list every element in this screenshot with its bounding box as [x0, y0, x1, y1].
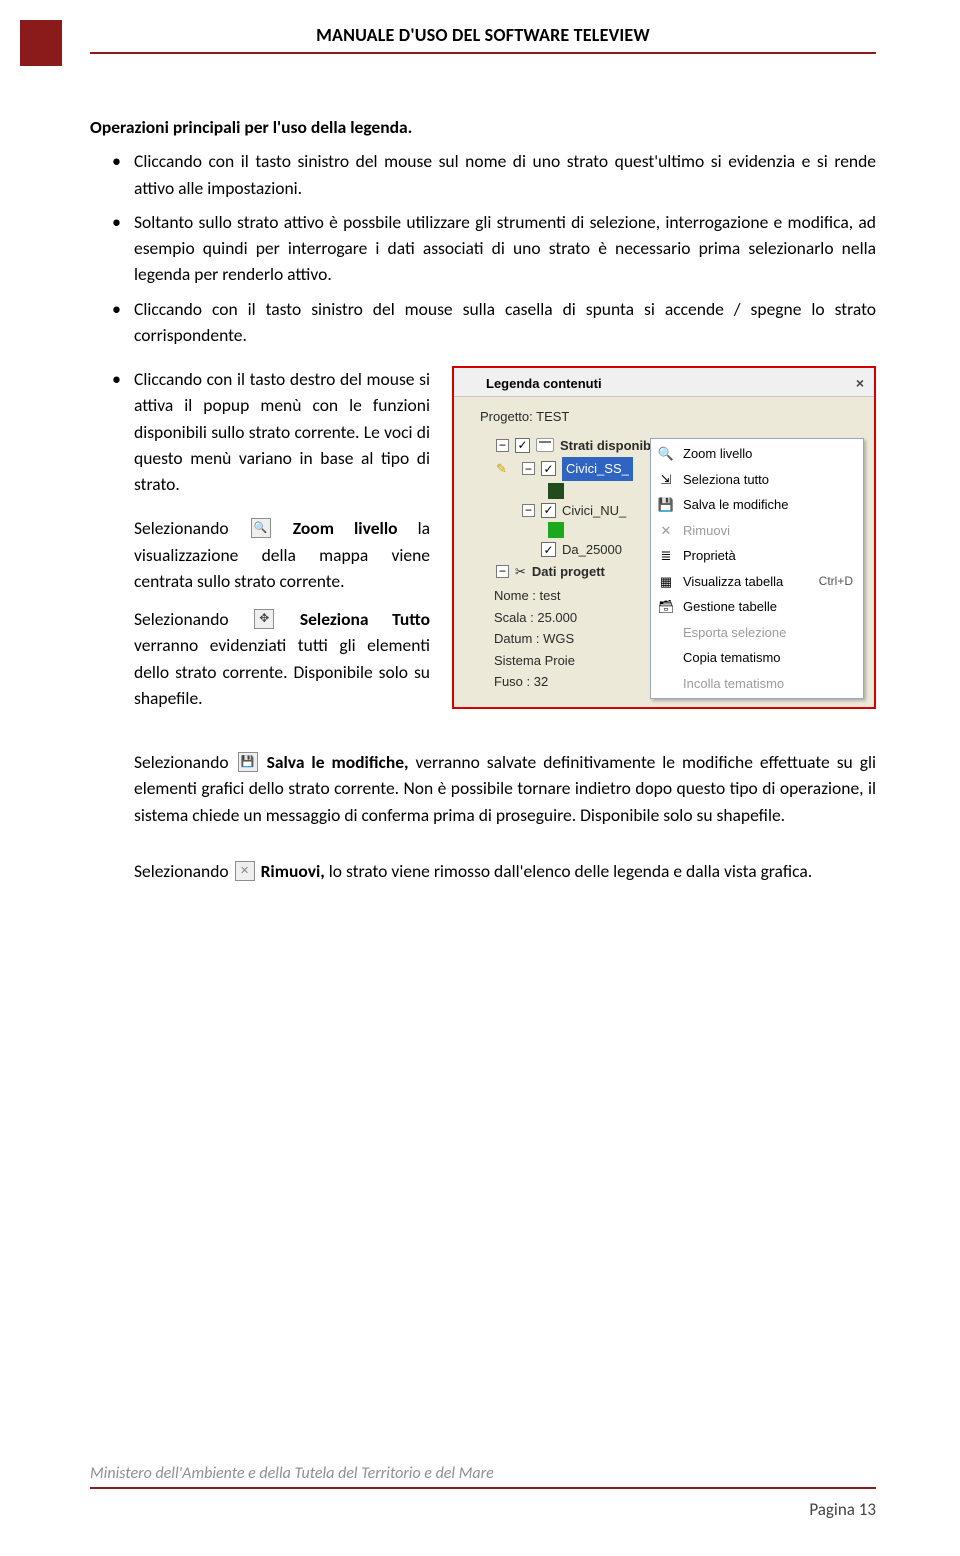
header-rule — [90, 52, 876, 54]
properties-icon: ≣ — [657, 548, 675, 564]
ctx-properties[interactable]: ≣ Proprietà — [651, 543, 863, 569]
tree-label: Dati progett — [532, 562, 605, 582]
tree-label: Strati disponibili — [560, 436, 662, 456]
edit-pencil-icon: ✎ — [496, 459, 507, 479]
ctx-label: Salva le modifiche — [683, 495, 789, 515]
ctx-label: Copia tematismo — [683, 648, 781, 668]
select-all-icon — [254, 609, 274, 629]
save-icon — [238, 752, 258, 772]
collapse-icon[interactable]: − — [496, 439, 509, 452]
top-bullet-list: Cliccando con il tasto sinistro del mous… — [90, 148, 876, 348]
ctx-label: Zoom livello — [683, 444, 752, 464]
ctx-manage-tables[interactable]: 🗃 Gestione tabelle — [651, 594, 863, 620]
paragraph: Selezionando Zoom livello la visualizzaz… — [90, 515, 430, 594]
legend-titlebar: Legenda contenuti × — [454, 368, 874, 397]
text: Selezionando — [134, 517, 249, 539]
ctx-label: Seleziona tutto — [683, 470, 769, 490]
ctx-paste-thematism: Incolla tematismo — [651, 671, 863, 697]
ctx-shortcut: Ctrl+D — [819, 572, 853, 590]
tree-label: Civici_NU_ — [562, 501, 626, 521]
tree-label: Da_25000 — [562, 540, 622, 560]
blank-icon — [657, 624, 675, 640]
bullet-item: Cliccando con il tasto destro del mouse … — [90, 366, 430, 497]
remove-icon: ✕ — [657, 522, 675, 538]
select-all-icon: ⇲ — [657, 471, 675, 487]
table-icon: ▦ — [657, 573, 675, 589]
save-icon: 💾 — [657, 497, 675, 513]
text: verranno evidenziati tutti gli elementi … — [134, 634, 430, 709]
text: Selezionando — [134, 751, 236, 773]
selected-layer-label: Civici_SS_ — [562, 457, 633, 481]
bullet-text: Cliccando con il tasto sinistro del mous… — [134, 298, 876, 346]
section-title: Operazioni principali per l'uso della le… — [90, 114, 876, 140]
paragraph: Selezionando Salva le modifiche, verrann… — [90, 749, 876, 828]
ctx-label: Proprietà — [683, 546, 736, 566]
bold-term: Salva le modifiche, — [267, 751, 409, 773]
blank-icon — [657, 675, 675, 691]
ctx-save-changes[interactable]: 💾 Salva le modifiche — [651, 492, 863, 518]
close-icon[interactable]: × — [856, 373, 866, 394]
text: Selezionando — [134, 608, 252, 630]
footer-org: Ministero dell'Ambiente e della Tutela d… — [90, 1464, 876, 1489]
page-number: Pagina 13 — [90, 1489, 876, 1520]
checkbox[interactable]: ✓ — [515, 438, 530, 453]
ctx-copy-thematism[interactable]: Copia tematismo — [651, 645, 863, 671]
bullet-text: Cliccando con il tasto sinistro del mous… — [134, 150, 876, 198]
remove-icon — [235, 861, 255, 881]
checkbox[interactable]: ✓ — [541, 503, 556, 518]
text: Selezionando — [134, 860, 233, 882]
collapse-icon[interactable]: − — [522, 504, 535, 517]
ctx-remove: ✕ Rimuovi — [651, 518, 863, 544]
checkbox[interactable]: ✓ — [541, 461, 556, 476]
project-label: Progetto: TEST — [466, 403, 874, 435]
bullet-text: Cliccando con il tasto destro del mouse … — [134, 368, 430, 495]
zoom-level-icon — [251, 518, 271, 538]
bullet-text: Soltanto sullo strato attivo è possbile … — [134, 211, 876, 286]
legend-panel-screenshot: Legenda contenuti × Progetto: TEST − ✓ S… — [452, 366, 876, 709]
collapse-icon[interactable]: − — [522, 462, 535, 475]
tools-icon: ✂ — [515, 562, 526, 582]
bullet-item: Cliccando con il tasto sinistro del mous… — [90, 296, 876, 349]
header-accent-box — [20, 20, 62, 66]
blank-icon — [657, 650, 675, 666]
ctx-export-selection: Esporta selezione — [651, 620, 863, 646]
ctx-label: Esporta selezione — [683, 623, 786, 643]
text: lo strato viene rimosso dall'elenco dell… — [329, 860, 812, 882]
legend-title: Legenda contenuti — [486, 374, 602, 394]
ctx-label: Visualizza tabella — [683, 572, 783, 592]
bold-term: Seleziona Tutto — [300, 608, 430, 630]
ctx-select-all[interactable]: ⇲ Seleziona tutto — [651, 467, 863, 493]
zoom-icon: 🔍 — [657, 446, 675, 462]
ctx-zoom-level[interactable]: 🔍 Zoom livello — [651, 441, 863, 467]
checkbox[interactable]: ✓ — [541, 542, 556, 557]
document-title: MANUALE D'USO DEL SOFTWARE TELEVIEW — [90, 24, 876, 46]
paragraph: Selezionando Rimuovi, lo strato viene ri… — [90, 858, 876, 884]
left-bullet-list: Cliccando con il tasto destro del mouse … — [90, 366, 430, 497]
collapse-icon[interactable]: − — [496, 565, 509, 578]
bullet-item: Soltanto sullo strato attivo è possbile … — [90, 209, 876, 288]
bold-term: Zoom livello — [293, 517, 398, 539]
layer-context-menu: 🔍 Zoom livello ⇲ Seleziona tutto 💾 Salva le… — [650, 438, 864, 699]
ctx-label: Incolla tematismo — [683, 674, 784, 694]
ctx-label: Gestione tabelle — [683, 597, 777, 617]
paragraph: Selezionando Seleziona Tutto verranno ev… — [90, 606, 430, 711]
ctx-label: Rimuovi — [683, 521, 730, 541]
color-swatch-icon — [548, 522, 564, 538]
layers-icon — [536, 438, 554, 452]
bullet-item: Cliccando con il tasto sinistro del mous… — [90, 148, 876, 201]
bold-term: Rimuovi, — [261, 860, 325, 882]
color-swatch-icon — [548, 483, 564, 499]
ctx-view-table[interactable]: ▦ Visualizza tabella Ctrl+D — [651, 569, 863, 595]
db-icon: 🗃 — [657, 599, 675, 615]
